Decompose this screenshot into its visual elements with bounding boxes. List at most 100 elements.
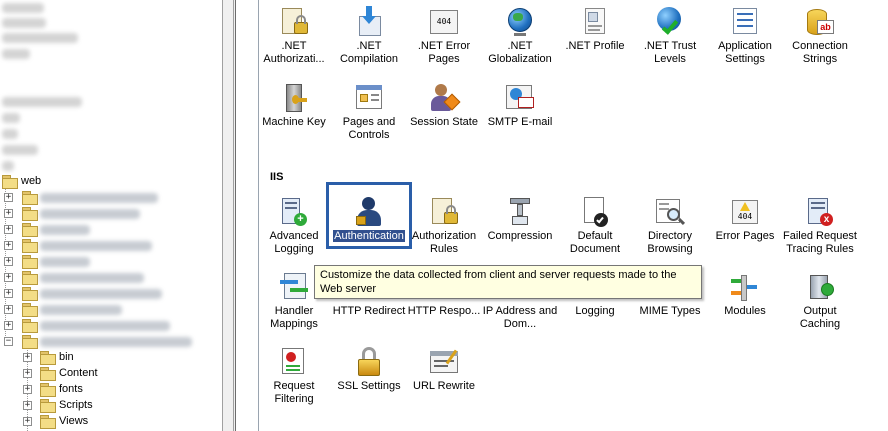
feature-pages-and-controls[interactable]: Pages and Controls xyxy=(331,82,407,142)
expand-icon[interactable]: + xyxy=(4,321,13,330)
feature-net-error-pages[interactable]: 404 .NET Error Pages xyxy=(406,6,482,66)
feature-net-profile[interactable]: .NET Profile xyxy=(557,6,633,53)
feature-directory-browsing[interactable]: Directory Browsing xyxy=(632,196,708,256)
failed-request-tracing-icon: x xyxy=(804,196,836,228)
feature-label: .NET Authorizati... xyxy=(263,40,325,65)
net-profile-icon xyxy=(579,6,611,38)
tree-item-content[interactable]: Content xyxy=(59,367,98,379)
tree-item-fonts[interactable]: fonts xyxy=(59,383,83,395)
redacted-tree-item[interactable] xyxy=(2,161,14,171)
ssl-settings-icon xyxy=(353,346,385,378)
pane-splitter[interactable] xyxy=(222,0,236,431)
redacted-tree-item[interactable] xyxy=(2,145,38,155)
feature-smtp-email[interactable]: SMTP E-mail xyxy=(482,82,558,129)
section-title-iis: IIS xyxy=(270,171,284,183)
feature-label: MIME Types xyxy=(639,305,701,317)
feature-label: Authorization Rules xyxy=(411,230,477,255)
feature-net-compilation[interactable]: .NET Compilation xyxy=(331,6,407,66)
feature-label: Request Filtering xyxy=(273,380,315,405)
tree-item-views[interactable]: Views xyxy=(59,415,88,427)
feature-label: HTTP Respo... xyxy=(407,305,481,317)
feature-output-caching[interactable]: Output Caching xyxy=(782,271,858,331)
feature-net-globalization[interactable]: .NET Globalization xyxy=(482,6,558,66)
redacted-tree-item[interactable] xyxy=(2,129,18,139)
feature-label: Failed Request Tracing Rules xyxy=(783,230,857,255)
folder-icon xyxy=(22,319,38,333)
feature-label: Session State xyxy=(410,116,478,128)
compression-icon xyxy=(504,196,536,228)
expand-icon[interactable]: + xyxy=(4,241,13,250)
feature-label: Compression xyxy=(487,230,553,242)
expand-icon[interactable]: + xyxy=(4,273,13,282)
feature-default-document[interactable]: Default Document xyxy=(557,196,633,256)
feature-compression[interactable]: Compression xyxy=(482,196,558,243)
feature-label: Error Pages xyxy=(715,230,775,242)
redacted-tree-item[interactable] xyxy=(2,3,44,13)
feature-failed-request-tracing[interactable]: x Failed Request Tracing Rules xyxy=(782,196,858,256)
feature-tooltip: Customize the data collected from client… xyxy=(314,265,702,299)
redacted-tree-item[interactable] xyxy=(40,289,162,299)
tree-item-scripts[interactable]: Scripts xyxy=(59,399,93,411)
feature-session-state[interactable]: Session State xyxy=(406,82,482,129)
authentication-icon xyxy=(353,196,385,228)
folder-icon xyxy=(22,191,38,205)
feature-url-rewrite[interactable]: URL Rewrite xyxy=(406,346,482,393)
redacted-tree-item[interactable] xyxy=(2,113,20,123)
expand-icon[interactable]: + xyxy=(4,257,13,266)
feature-authentication[interactable]: Authentication xyxy=(331,196,407,243)
expand-icon[interactable]: + xyxy=(4,289,13,298)
redacted-tree-item[interactable] xyxy=(40,321,170,331)
redacted-tree-item[interactable] xyxy=(40,241,152,251)
expand-icon[interactable]: + xyxy=(4,225,13,234)
redacted-tree-item[interactable] xyxy=(40,225,90,235)
feature-label: Output Caching xyxy=(799,305,841,330)
feature-error-pages[interactable]: 404 Error Pages xyxy=(707,196,783,243)
directory-browsing-icon xyxy=(654,196,686,228)
feature-label: Machine Key xyxy=(262,116,326,128)
feature-connection-strings[interactable]: ab Connection Strings xyxy=(782,6,858,66)
feature-net-trust-levels[interactable]: .NET Trust Levels xyxy=(632,6,708,66)
handler-mappings-icon xyxy=(278,271,310,303)
feature-advanced-logging[interactable]: + Advanced Logging xyxy=(256,196,332,256)
redacted-tree-item[interactable] xyxy=(2,49,30,59)
expand-icon[interactable]: + xyxy=(4,193,13,202)
tree-item-bin[interactable]: bin xyxy=(59,351,74,363)
expand-icon[interactable]: + xyxy=(23,369,32,378)
folder-icon xyxy=(40,351,56,365)
expand-icon[interactable]: + xyxy=(23,401,32,410)
expand-icon[interactable]: + xyxy=(23,385,32,394)
folder-icon xyxy=(2,175,18,189)
connections-tree[interactable]: web + + + + + + + + + − + bin + Content … xyxy=(0,0,222,431)
redacted-tree-item[interactable] xyxy=(40,209,140,219)
feature-net-authorization[interactable]: .NET Authorizati... xyxy=(256,6,332,66)
collapse-icon[interactable]: − xyxy=(4,337,13,346)
feature-label: .NET Globalization xyxy=(488,40,552,65)
redacted-tree-item[interactable] xyxy=(40,193,158,203)
feature-request-filtering[interactable]: Request Filtering xyxy=(256,346,332,406)
redacted-tree-item[interactable] xyxy=(40,257,90,267)
feature-machine-key[interactable]: Machine Key xyxy=(256,82,332,129)
folder-icon xyxy=(22,335,38,349)
feature-label: Logging xyxy=(575,305,615,317)
feature-application-settings[interactable]: Application Settings xyxy=(707,6,783,66)
tree-item-web[interactable]: web xyxy=(21,175,41,187)
expand-icon[interactable]: + xyxy=(4,305,13,314)
net-compilation-icon xyxy=(353,6,385,38)
redacted-tree-item[interactable] xyxy=(40,273,144,283)
folder-icon xyxy=(40,415,56,429)
feature-label: Pages and Controls xyxy=(342,116,396,141)
error-pages-icon: 404 xyxy=(729,196,761,228)
expand-icon[interactable]: + xyxy=(23,353,32,362)
feature-authorization-rules[interactable]: Authorization Rules xyxy=(406,196,482,256)
expand-icon[interactable]: + xyxy=(4,209,13,218)
folder-icon xyxy=(22,303,38,317)
expand-icon[interactable]: + xyxy=(23,417,32,426)
redacted-tree-item[interactable] xyxy=(40,305,122,315)
redacted-tree-item[interactable] xyxy=(40,337,192,347)
connection-strings-icon: ab xyxy=(804,6,836,38)
feature-ssl-settings[interactable]: SSL Settings xyxy=(331,346,407,393)
feature-modules[interactable]: Modules xyxy=(707,271,783,318)
redacted-tree-item[interactable] xyxy=(2,18,46,28)
redacted-tree-item[interactable] xyxy=(2,33,78,43)
redacted-tree-item[interactable] xyxy=(2,97,82,107)
